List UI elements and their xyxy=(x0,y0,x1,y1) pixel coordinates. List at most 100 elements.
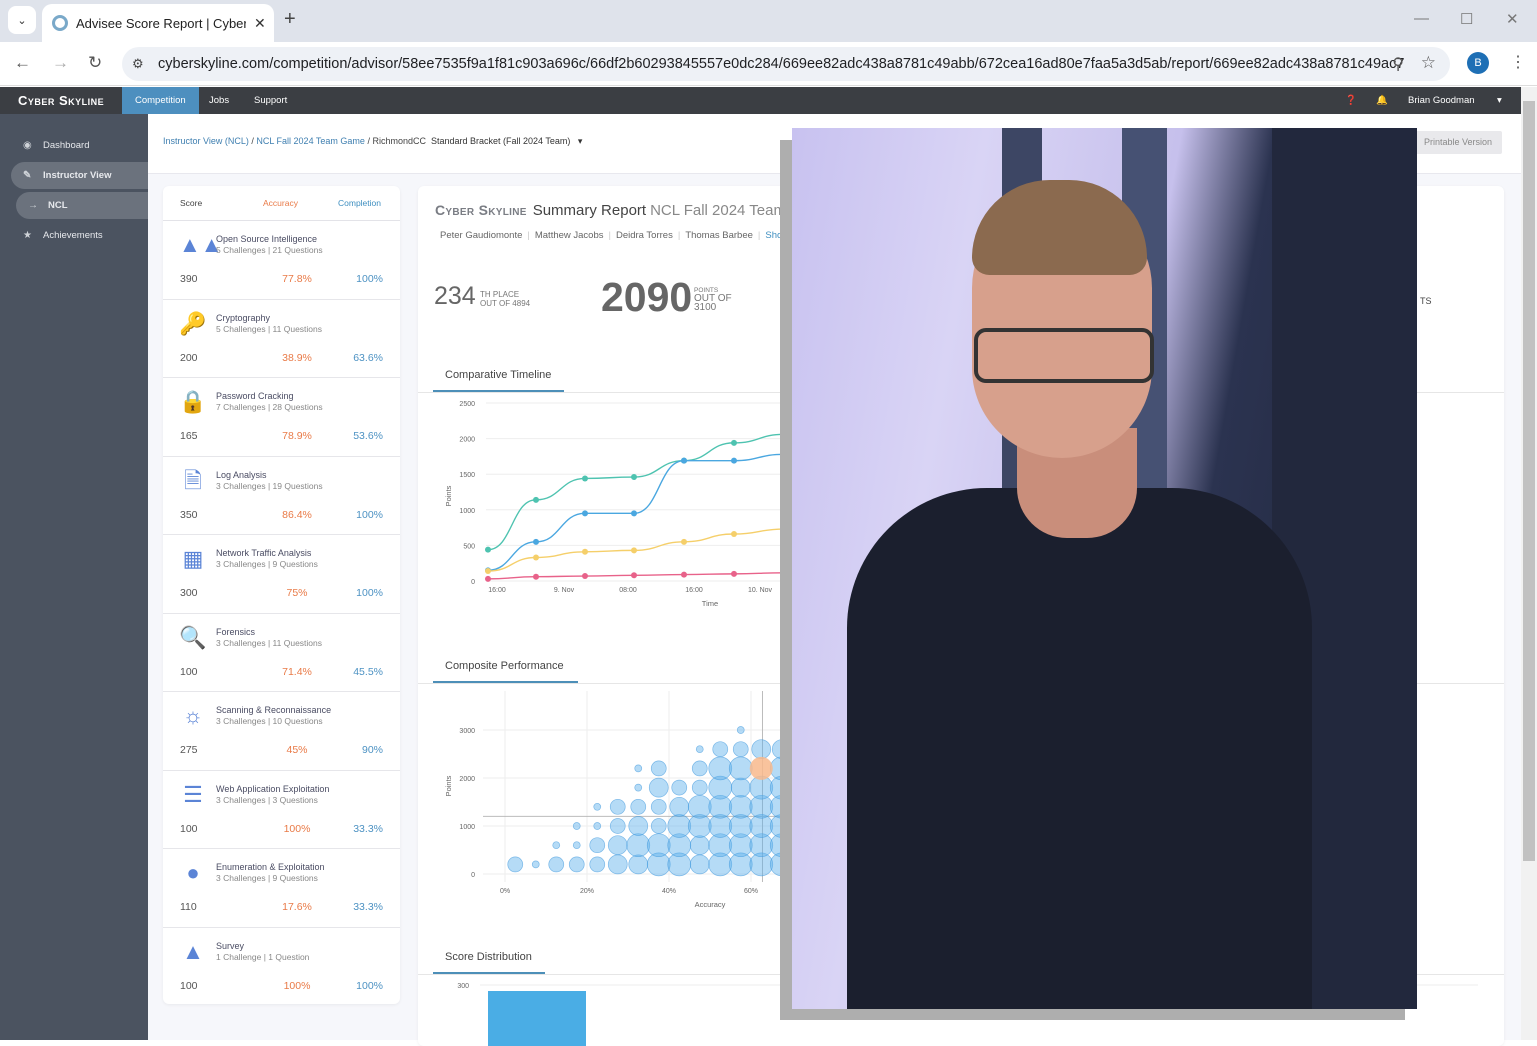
score-header[interactable]: Score xyxy=(180,198,202,208)
category-row[interactable]: ▲ Survey 1 Challenge | 1 Question 100 10… xyxy=(163,928,400,1007)
category-name: Network Traffic Analysis xyxy=(216,548,312,558)
y-tick-label: 2000 xyxy=(459,776,475,783)
presenter-glasses xyxy=(974,328,1154,383)
x-tick-label: 60% xyxy=(744,888,758,895)
help-icon[interactable]: ❓ xyxy=(1345,87,1357,114)
x-tick-label: 16:00 xyxy=(488,587,506,594)
scrollbar-thumb[interactable] xyxy=(1523,101,1535,861)
completion-header[interactable]: Completion xyxy=(338,198,381,208)
category-sub: 7 Challenges | 28 Questions xyxy=(216,402,323,412)
category-accuracy: 75% xyxy=(286,587,308,599)
x-tick-label: 16:00 xyxy=(685,587,703,594)
site-info-icon[interactable]: ⚙ xyxy=(132,56,152,72)
category-completion: 63.6% xyxy=(353,351,383,364)
bubble xyxy=(507,856,524,873)
new-tab-button[interactable]: + xyxy=(284,8,296,31)
category-score: 390 xyxy=(180,273,198,285)
breadcrumb-current: RichmondCC xyxy=(372,136,426,146)
category-completion: 100% xyxy=(356,979,383,992)
bookmark-star-icon[interactable]: ☆ xyxy=(1421,53,1436,73)
sidebar-item-ncl[interactable]: → NCL xyxy=(16,192,148,219)
sidebar-item-achievements[interactable]: ★ Achievements xyxy=(11,222,148,249)
data-point xyxy=(731,457,737,464)
sidebar-item-dashboard[interactable]: ◉ Dashboard xyxy=(11,132,148,159)
sidebar-item-instructor-view[interactable]: ✎ Instructor View xyxy=(11,162,148,189)
maximize-icon[interactable]: ☐ xyxy=(1460,10,1473,28)
bubble xyxy=(732,741,749,758)
bubble xyxy=(628,854,649,875)
reload-icon[interactable]: ↻ xyxy=(88,53,102,73)
category-row[interactable]: 🗎 Log Analysis 3 Challenges | 19 Questio… xyxy=(163,457,400,535)
user-dropdown-icon[interactable]: ▾ xyxy=(1497,87,1502,114)
tab-composite-performance[interactable]: Composite Performance xyxy=(445,660,564,672)
member: Matthew Jacobs xyxy=(534,230,604,241)
category-score: 165 xyxy=(180,430,198,442)
favicon-icon xyxy=(52,15,68,31)
url-text[interactable]: cyberskyline.com/competition/advisor/58e… xyxy=(158,56,1404,72)
category-name: Scanning & Reconnaissance xyxy=(216,705,332,715)
url-field[interactable]: ⚙ cyberskyline.com/competition/advisor/5… xyxy=(122,47,1450,81)
bubble xyxy=(593,802,602,811)
data-point xyxy=(533,538,539,545)
forward-icon[interactable]: → xyxy=(52,53,69,73)
tab-score-distribution[interactable]: Score Distribution xyxy=(445,951,532,963)
y-axis-label: Points xyxy=(444,485,453,506)
close-tab-icon[interactable]: ✕ xyxy=(254,15,266,32)
accuracy-header[interactable]: Accuracy xyxy=(263,198,298,208)
y-tick-label: 1500 xyxy=(459,472,475,479)
obscured-text: TS xyxy=(1420,296,1432,306)
breadcrumb-instructor-view[interactable]: Instructor View (NCL) xyxy=(163,136,249,146)
nav-support[interactable]: Support xyxy=(241,87,300,114)
category-name: Survey xyxy=(216,940,245,951)
y-tick-label: 1000 xyxy=(459,508,475,515)
category-score: 350 xyxy=(180,508,198,521)
breadcrumb-game[interactable]: NCL Fall 2024 Team Game xyxy=(256,136,365,146)
bar xyxy=(488,991,586,1046)
x-axis-label: Accuracy xyxy=(695,900,726,909)
category-row[interactable]: ▲▲ Open Source Intelligence 5 Challenges… xyxy=(163,221,400,300)
y-tick-label: 2500 xyxy=(459,401,475,408)
category-row[interactable]: ☼ Scanning & Reconnaissance 3 Challenges… xyxy=(163,692,400,771)
category-row[interactable]: ● Enumeration & Exploitation 3 Challenge… xyxy=(163,849,400,928)
browser-tab-bar: ⌄ Advisee Score Report | Cyber Sk ✕ + — … xyxy=(0,0,1537,42)
score-card-header: Score Accuracy Completion xyxy=(163,186,400,221)
bubble xyxy=(712,741,729,758)
browser-tab[interactable]: Advisee Score Report | Cyber Sk ✕ xyxy=(42,4,274,42)
category-completion: 100% xyxy=(356,587,383,599)
bracket-select[interactable]: Standard Bracket (Fall 2024 Team) ▾ xyxy=(431,136,582,147)
profile-avatar[interactable]: B xyxy=(1467,52,1489,74)
nav-competition[interactable]: Competition xyxy=(122,87,199,114)
bell-icon[interactable]: 🔔 xyxy=(1376,87,1388,114)
page-scrollbar[interactable] xyxy=(1521,87,1537,1040)
y-tick-label: 3000 xyxy=(459,728,475,735)
user-name[interactable]: Brian Goodman xyxy=(1408,87,1475,114)
category-row[interactable]: ▦ Network Traffic Analysis 3 Challenges … xyxy=(163,535,400,614)
x-tick-label: 40% xyxy=(662,888,676,895)
zoom-icon[interactable]: ⚲ xyxy=(1392,54,1404,74)
x-tick-label: 10. Nov xyxy=(748,587,773,594)
close-window-icon[interactable]: ✕ xyxy=(1506,10,1519,28)
browser-menu-icon[interactable]: ⋮ xyxy=(1510,52,1526,72)
server-icon: ☰ xyxy=(183,781,203,807)
category-row[interactable]: 🔒 Password Cracking 7 Challenges | 28 Qu… xyxy=(163,378,400,457)
category-row[interactable]: 🔍 Forensics 3 Challenges | 11 Questions … xyxy=(163,614,400,692)
category-name: Forensics xyxy=(216,626,256,637)
category-accuracy: 38.9% xyxy=(282,351,312,364)
back-icon[interactable]: ← xyxy=(14,53,31,73)
category-row[interactable]: ☰ Web Application Exploitation 3 Challen… xyxy=(163,771,400,849)
category-row[interactable]: 🔑 Cryptography 5 Challenges | 11 Questio… xyxy=(163,300,400,378)
tab-search-button[interactable]: ⌄ xyxy=(8,6,36,34)
data-point xyxy=(533,496,539,503)
minimize-icon[interactable]: — xyxy=(1414,10,1429,27)
category-name: Web Application Exploitation xyxy=(216,783,330,794)
category-score: 100 xyxy=(180,822,198,835)
category-name: Enumeration & Exploitation xyxy=(216,862,325,872)
sidebar-item-label: Dashboard xyxy=(43,140,90,151)
bomb-icon: ● xyxy=(186,860,200,885)
tab-comparative-timeline[interactable]: Comparative Timeline xyxy=(445,369,551,381)
bubble xyxy=(630,798,647,815)
x-tick-label: 20% xyxy=(580,888,594,895)
printable-version-button[interactable]: Printable Version xyxy=(1414,131,1502,154)
site-logo[interactable]: Cyber Skyline xyxy=(18,93,104,108)
nav-jobs[interactable]: Jobs xyxy=(196,87,242,114)
